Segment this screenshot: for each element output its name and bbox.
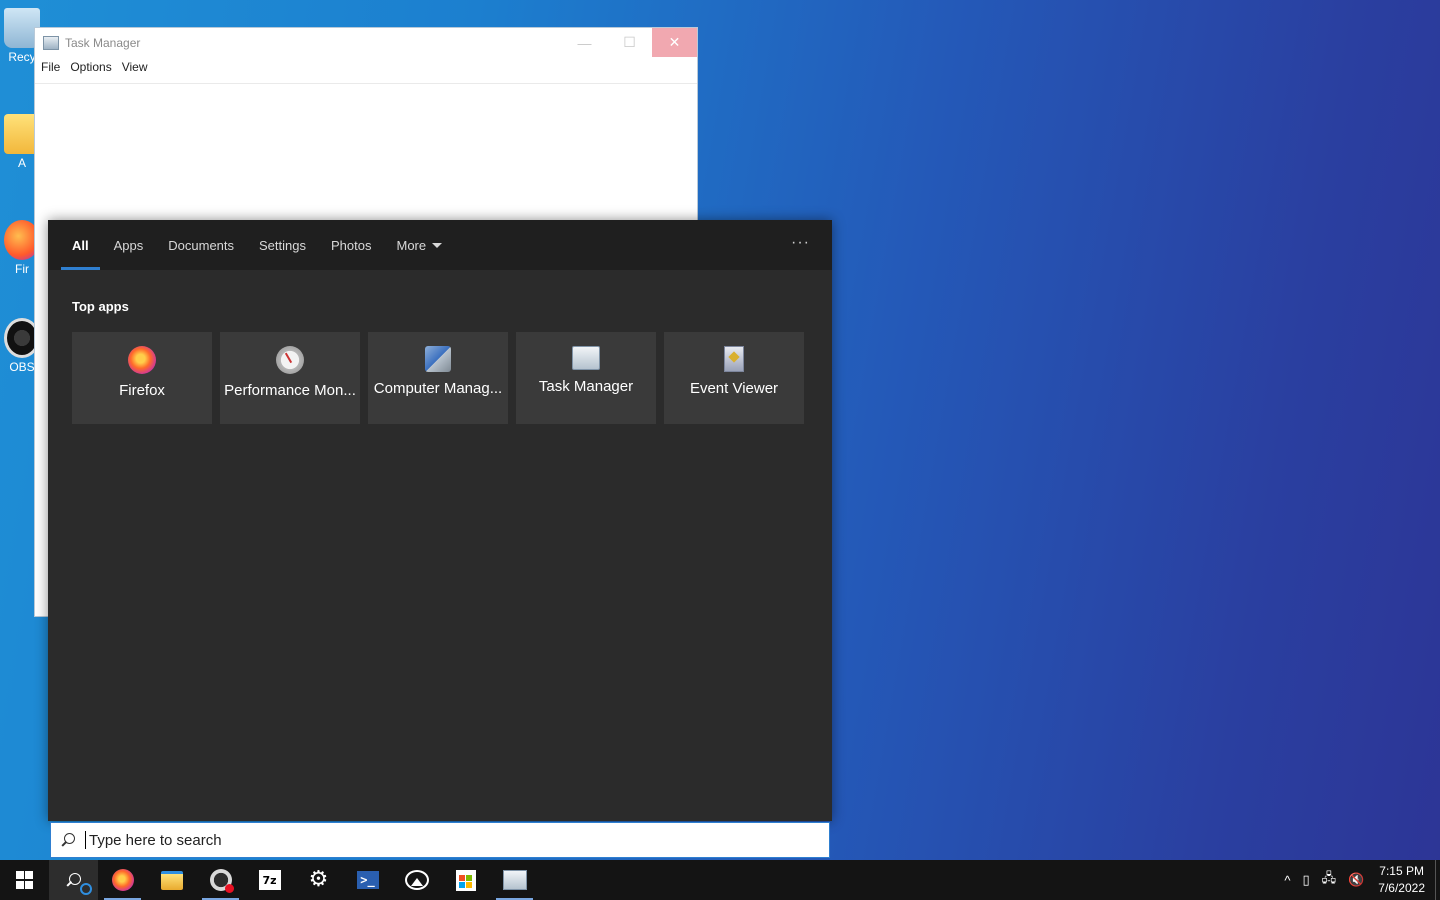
- more-options-button[interactable]: ···: [791, 234, 810, 252]
- obs-icon: [209, 869, 234, 893]
- powershell-icon: >_: [356, 871, 379, 889]
- task-manager-icon: [43, 35, 59, 50]
- search-input[interactable]: [87, 830, 791, 850]
- app-label: Task Manager: [538, 378, 634, 395]
- menu-bar: File Options View: [35, 57, 697, 77]
- menu-divider: [35, 83, 697, 84]
- taskbar: 7z ⚙ >_ ^ ▯ 🖧 🔇 7:15 PM 7/6/2022: [0, 860, 1440, 900]
- search-tabs: All Apps Documents Settings Photos More …: [48, 220, 832, 270]
- computer-management-icon: [425, 346, 451, 372]
- clock-date: 7/6/2022: [1378, 881, 1425, 895]
- taskbar-settings[interactable]: ⚙: [294, 860, 343, 900]
- menu-view[interactable]: View: [122, 60, 156, 74]
- tab-label: Photos: [331, 237, 372, 253]
- app-label: Event Viewer: [689, 380, 779, 397]
- menu-file[interactable]: File: [41, 60, 68, 74]
- tab-photos[interactable]: Photos: [331, 220, 371, 270]
- start-button[interactable]: [0, 860, 49, 900]
- tab-all[interactable]: All: [61, 220, 100, 270]
- tab-label: All: [72, 237, 89, 253]
- firefox-icon: [111, 869, 134, 891]
- tab-settings[interactable]: Settings: [259, 220, 306, 270]
- close-button[interactable]: ✕: [652, 28, 697, 57]
- top-app-event-viewer[interactable]: Event Viewer: [664, 332, 804, 424]
- store-icon: [455, 869, 476, 891]
- section-title: Top apps: [72, 299, 129, 314]
- tablet-icon[interactable]: ▯: [1302, 872, 1309, 888]
- chevron-up-icon[interactable]: ^: [1284, 873, 1290, 888]
- window-title: Task Manager: [65, 35, 141, 50]
- task-manager-icon: [572, 346, 600, 370]
- tab-label: More: [396, 237, 427, 253]
- taskbar-search-button[interactable]: [49, 860, 98, 900]
- taskbar-photos[interactable]: [392, 860, 441, 900]
- menu-options[interactable]: Options: [70, 60, 119, 74]
- tab-label: Apps: [113, 237, 144, 253]
- 7zip-icon: 7z: [258, 870, 281, 890]
- top-app-performance-monitor[interactable]: Performance Mon...: [220, 332, 360, 424]
- firefox-icon: [128, 346, 156, 374]
- minimize-button[interactable]: —: [562, 28, 607, 57]
- network-icon[interactable]: 🖧: [1322, 869, 1337, 891]
- text-cursor: [85, 831, 86, 849]
- event-viewer-icon: [724, 346, 744, 372]
- gear-icon: ⚙: [308, 867, 329, 892]
- taskbar-file-explorer[interactable]: [147, 860, 196, 900]
- top-app-firefox[interactable]: Firefox: [72, 332, 212, 424]
- app-label: Firefox: [119, 382, 165, 399]
- maximize-button[interactable]: ☐: [607, 28, 652, 57]
- window-controls: — ☐ ✕: [562, 28, 697, 57]
- performance-monitor-icon: [276, 346, 304, 374]
- search-flyout: All Apps Documents Settings Photos More …: [48, 220, 832, 821]
- tab-documents[interactable]: Documents: [168, 220, 234, 270]
- tab-apps[interactable]: Apps: [114, 220, 144, 270]
- top-apps-grid: Firefox Performance Mon... Computer Mana…: [72, 332, 804, 424]
- clock[interactable]: 7:15 PM 7/6/2022: [1378, 863, 1425, 897]
- app-label: Computer Manag...: [373, 380, 503, 397]
- tab-label: Settings: [259, 237, 306, 253]
- photos-icon: [404, 870, 429, 890]
- cortana-icon: [80, 883, 92, 895]
- search-box[interactable]: [50, 822, 830, 858]
- tab-more[interactable]: More: [396, 220, 443, 270]
- search-icon: [67, 873, 81, 887]
- taskbar-powershell[interactable]: >_: [343, 860, 392, 900]
- caret-down-icon: [432, 242, 443, 248]
- taskbar-7zip[interactable]: 7z: [245, 860, 294, 900]
- title-bar[interactable]: Task Manager — ☐ ✕: [35, 28, 697, 57]
- show-desktop-button[interactable]: [1435, 860, 1440, 900]
- search-icon: [61, 833, 75, 847]
- top-app-task-manager[interactable]: Task Manager: [516, 332, 656, 424]
- windows-logo-icon: [15, 871, 34, 889]
- system-tray: ^ ▯ 🖧 🔇 7:15 PM 7/6/2022: [1278, 860, 1440, 900]
- clock-time: 7:15 PM: [1379, 864, 1424, 878]
- taskbar-firefox[interactable]: [98, 860, 147, 900]
- task-manager-icon: [502, 870, 527, 890]
- taskbar-obs[interactable]: [196, 860, 245, 900]
- app-label: Performance Mon...: [224, 382, 356, 399]
- volume-muted-icon[interactable]: 🔇: [1348, 872, 1364, 888]
- taskbar-task-manager[interactable]: [490, 860, 539, 900]
- file-explorer-icon: [160, 870, 183, 890]
- taskbar-store[interactable]: [441, 860, 490, 900]
- top-app-computer-management[interactable]: Computer Manag...: [368, 332, 508, 424]
- tab-label: Documents: [168, 237, 235, 253]
